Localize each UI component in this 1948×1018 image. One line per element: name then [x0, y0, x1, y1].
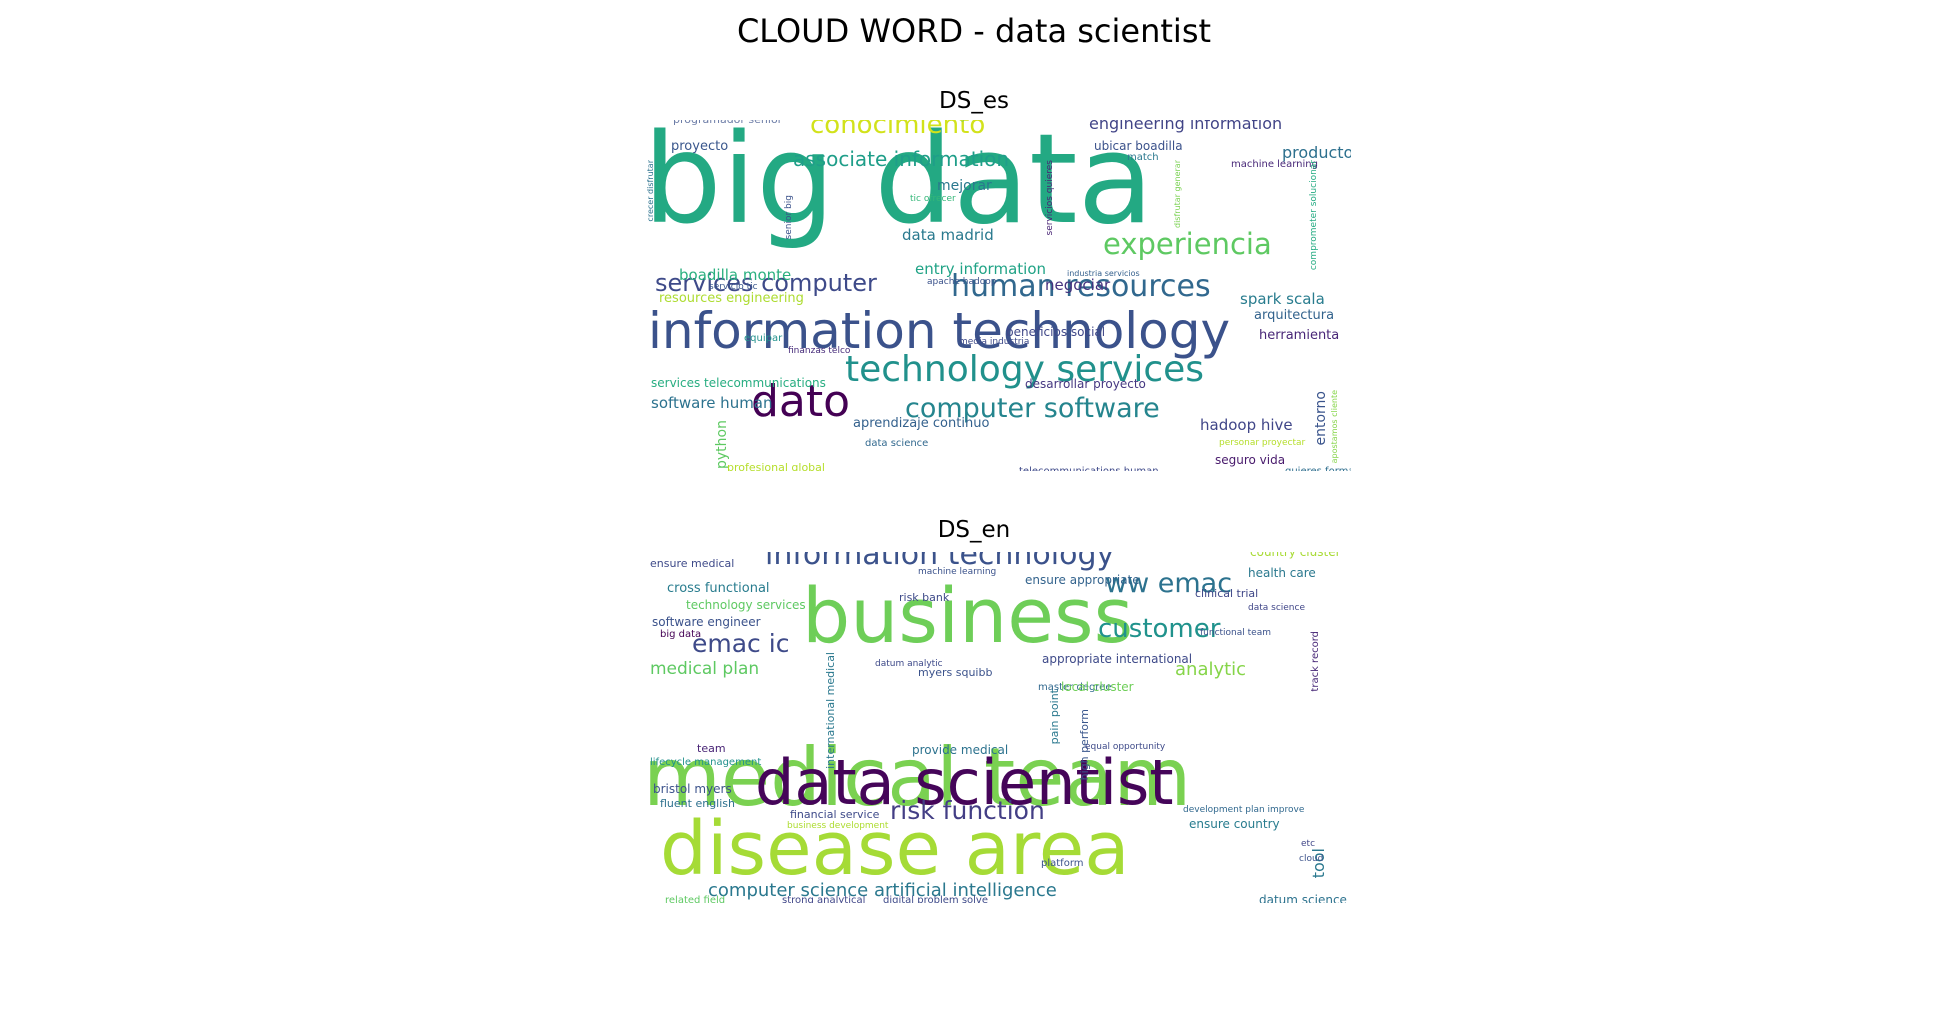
cloud-word: risk bank [899, 591, 950, 604]
cloud-word: industria servicios [1067, 269, 1140, 278]
cloud-word: ensure country [1189, 817, 1280, 831]
cloud-word: business [802, 571, 1134, 660]
cloud-word: fluent english [660, 797, 735, 810]
cloud-word: emac ic [692, 629, 790, 658]
cloud-word: ubicar boadilla [1094, 139, 1183, 153]
cloud-word: big data [660, 629, 702, 640]
cloud-word: comprometer solucionar [1309, 160, 1319, 271]
cloud-word: personar proyectar [1219, 438, 1306, 448]
cloud-word: conocimiento [810, 120, 986, 140]
panel-title-ds-en: DS_en [937, 517, 1011, 543]
cloud-word: strong analytical [782, 895, 866, 904]
cloud-word: pain point [1048, 689, 1061, 745]
cloud-word: proyecto [671, 139, 729, 154]
cloud-word: clinical trial [1195, 587, 1259, 600]
cloud-word: resources engineering [659, 291, 804, 306]
cloud-word: functional team [1200, 628, 1271, 638]
cloud-word: equipar [744, 333, 783, 344]
cloud-word: cross functional [667, 581, 770, 596]
cloud-word: team [697, 742, 726, 755]
cloud-word: data madrid [902, 226, 994, 244]
cloud-word: servicio tic [709, 282, 758, 292]
cloud-word: health care [1248, 566, 1316, 580]
cloud-word: financial service [790, 808, 880, 821]
cloud-word: associate information [793, 147, 1010, 171]
cloud-word: quieres formar [1285, 467, 1351, 472]
cloud-word: software engineer [652, 615, 761, 629]
cloud-word: data science [865, 438, 929, 449]
cloud-word: local cluster [1061, 680, 1134, 694]
cloud-word: track record [1310, 631, 1321, 692]
cloud-word: disfrutar generar [1173, 160, 1182, 228]
cloud-word: entry information [915, 260, 1047, 278]
cloud-word: senior big [784, 195, 794, 240]
cloud-word: experiencia [1103, 227, 1272, 261]
cloud-word: ensure appropriate [1025, 573, 1140, 587]
cloud-word: programador senior [673, 120, 782, 125]
cloud-word: appropriate international [1042, 652, 1193, 666]
panel-title-ds-es: DS_es [939, 88, 1009, 114]
cloud-word: engineering information [1089, 120, 1283, 133]
cloud-word: mejorar [937, 178, 992, 194]
cloud-word: herramienta [1259, 328, 1340, 343]
cloud-word: arquitectura [1254, 308, 1335, 323]
cloud-word: medical plan [650, 659, 760, 679]
cloud-word: business development [787, 821, 889, 831]
cloud-word: hadoop hive [1200, 416, 1293, 434]
cloud-word: machine learning [918, 567, 997, 577]
cloud-word: development plan improve [1183, 805, 1305, 815]
cloud-word: related field [665, 895, 726, 904]
cloud-word: boadilla monte [679, 266, 792, 284]
cloud-word: risk function [890, 796, 1045, 825]
cloud-word: ensure medical [650, 557, 735, 570]
cloud-word: digital problem solve [883, 895, 988, 904]
cloud-word: media industria [959, 337, 1030, 347]
cloud-word: machine learning [1231, 159, 1318, 170]
word-cloud-ds-es: big data information technology technology… [645, 120, 1351, 471]
cloud-word: desarrollar proyecto [1025, 377, 1146, 391]
cloud-word: profesional global [727, 461, 825, 471]
cloud-word: generar servicio [960, 120, 1025, 122]
cloud-word: technology services [686, 598, 806, 612]
cloud-word: lifecycle management [650, 757, 762, 768]
cloud-word: tic ofrecer [910, 194, 956, 204]
cloud-word: bristol myers [653, 782, 732, 796]
cloud-word: international medical [824, 652, 837, 769]
cloud-word: aprendizaje continuo [853, 416, 990, 431]
cloud-word: apostamos cliente [1330, 390, 1339, 464]
cloud-word: cloud [1299, 854, 1324, 864]
cloud-word: datum science [1259, 893, 1347, 903]
cloud-word: etc [1301, 839, 1316, 849]
cloud-word: equal opportunity [1085, 742, 1166, 752]
word-cloud-ds-en: medical team disease area data scientist bu… [645, 552, 1351, 903]
figure-title: CLOUD WORD - data scientist [736, 12, 1212, 50]
cloud-word: servicios quieres [1045, 160, 1055, 236]
cloud-word: entorno [1313, 391, 1329, 446]
cloud-word: apache hadoop [927, 277, 997, 287]
cloud-word: negociar [1045, 276, 1111, 294]
cloud-word: telecommunications human [1019, 467, 1159, 472]
cloud-word: match [1127, 152, 1159, 163]
cloud-word: software human [651, 394, 773, 412]
cloud-word: seguro vida [1215, 453, 1286, 467]
cloud-word: data science [1248, 603, 1305, 613]
cloud-word: crecer disfrutar [646, 160, 655, 222]
cloud-word: finanzas telco [788, 346, 851, 356]
cloud-word: country cluster [1250, 552, 1341, 559]
cloud-word: platform [1041, 858, 1084, 869]
cloud-word: spark scala [1240, 290, 1325, 308]
cloud-word: provide medical [912, 743, 1009, 757]
cloud-word: services telecommunications [651, 376, 826, 390]
cloud-word: datum analytic [875, 659, 943, 669]
